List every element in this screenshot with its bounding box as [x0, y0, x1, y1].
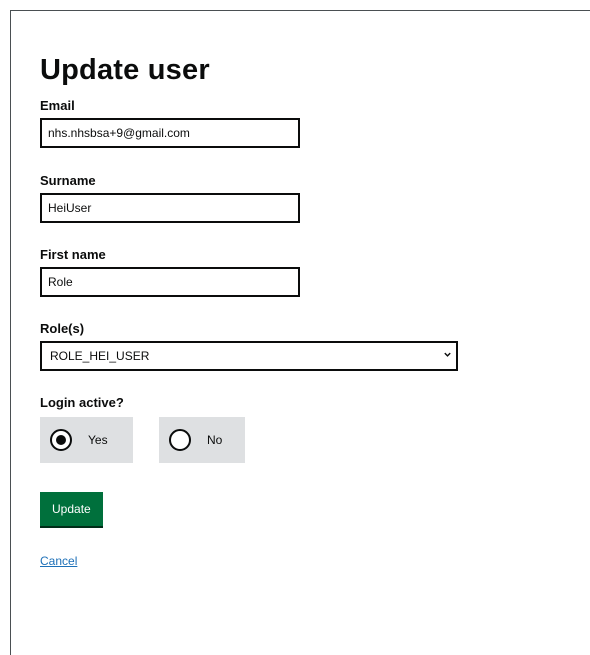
cancel-link[interactable]: Cancel: [40, 554, 77, 568]
login-active-radio-group: Yes No: [40, 417, 560, 463]
login-active-no-label: No: [207, 433, 223, 447]
page-title: Update user: [40, 54, 210, 86]
login-active-no-option[interactable]: No: [159, 417, 245, 463]
login-active-label: Login active?: [40, 395, 124, 410]
roles-selected-value: ROLE_HEI_USER: [40, 341, 458, 371]
email-field[interactable]: [40, 118, 300, 148]
email-label: Email: [40, 98, 75, 113]
update-button[interactable]: Update: [40, 492, 103, 526]
radio-checked-icon[interactable]: [50, 429, 72, 451]
login-active-yes-label: Yes: [88, 433, 108, 447]
surname-label: Surname: [40, 173, 96, 188]
roles-label: Role(s): [40, 321, 85, 336]
login-active-yes-option[interactable]: Yes: [40, 417, 133, 463]
first-name-label: First name: [40, 247, 106, 262]
update-user-form: Update user Email Surname First name Rol…: [40, 54, 560, 570]
chevron-down-icon: [444, 352, 451, 357]
roles-select[interactable]: ROLE_HEI_USER: [40, 341, 458, 371]
surname-field[interactable]: [40, 193, 300, 223]
first-name-field[interactable]: [40, 267, 300, 297]
radio-unchecked-icon[interactable]: [169, 429, 191, 451]
